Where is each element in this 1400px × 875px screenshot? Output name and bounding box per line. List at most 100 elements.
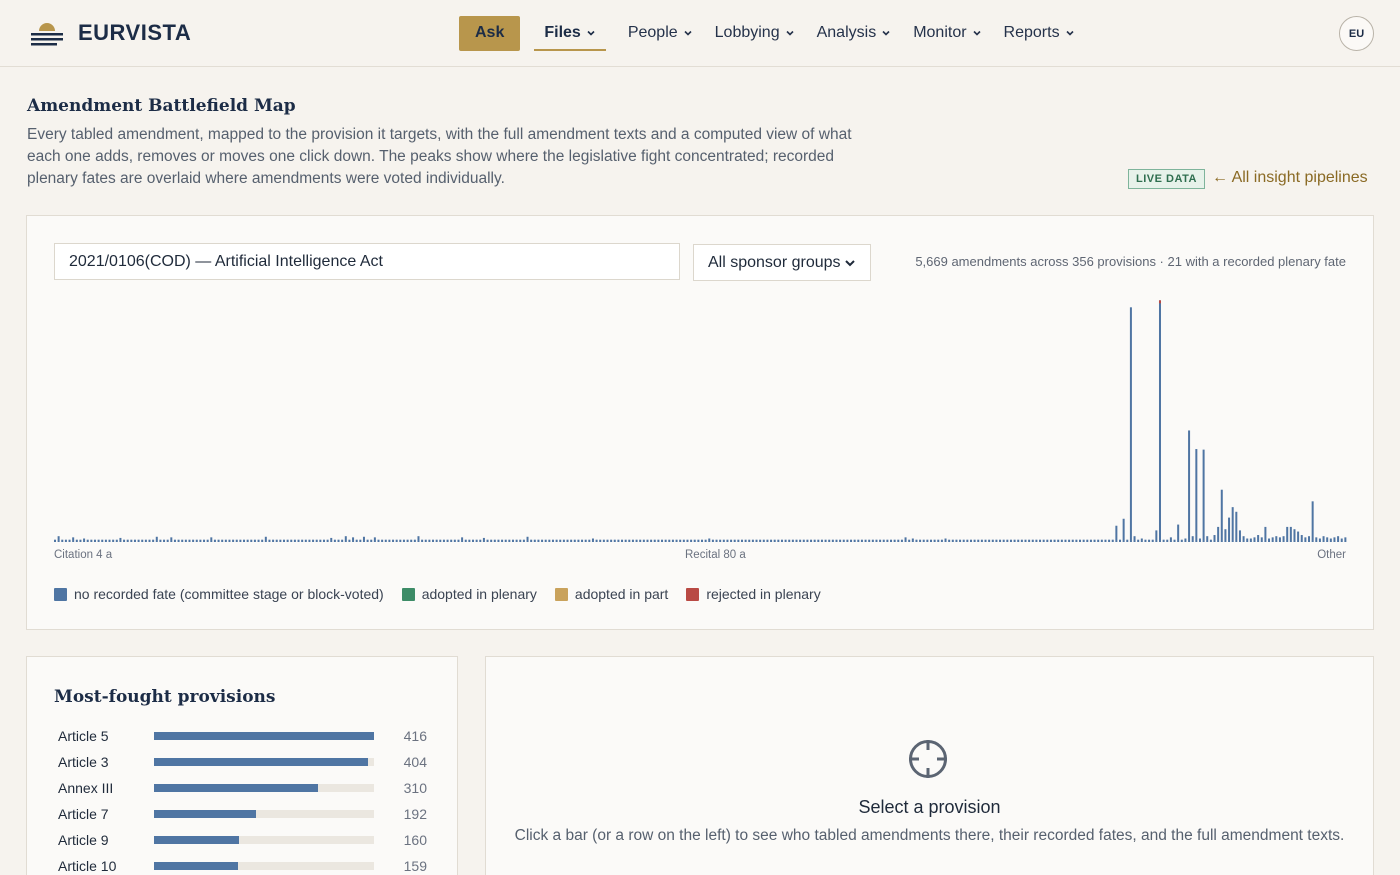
chart-bar[interactable] [272,539,275,542]
chart-bar[interactable] [1231,507,1234,542]
chart-bar[interactable] [250,539,253,542]
chart-bar[interactable] [253,539,256,542]
logo[interactable]: EURVISTA [30,18,191,48]
nav-monitor[interactable]: Monitor [913,16,981,51]
chart-bar[interactable] [1009,539,1012,542]
chart-bar[interactable] [857,539,860,542]
chart-bar[interactable] [239,539,242,542]
chart-bar[interactable] [533,539,536,542]
chart-bar[interactable] [1177,524,1180,542]
chart-bar[interactable] [969,539,972,542]
chart-bar[interactable] [1169,537,1172,542]
provision-row[interactable]: Annex III 310 [58,778,433,798]
chart-bar[interactable] [312,539,315,542]
chart-bar[interactable] [1148,539,1151,542]
chart-bar[interactable] [1082,539,1085,542]
chart-bar[interactable] [671,539,674,542]
nav-lobbying[interactable]: Lobbying [715,16,795,51]
chart-bar[interactable] [232,539,235,542]
chart-bar[interactable] [537,539,540,542]
chart-bar[interactable] [853,539,856,542]
chart-bar[interactable] [526,536,529,542]
chart-bar[interactable] [384,539,387,542]
chart-bar[interactable] [192,539,195,542]
chart-bar[interactable] [432,539,435,542]
chart-bar[interactable] [850,539,853,542]
chart-bar[interactable] [617,539,620,542]
chart-bar[interactable] [304,539,307,542]
chart-bar[interactable] [1039,539,1042,542]
chart-bar[interactable] [450,539,453,542]
chart-bar[interactable] [442,539,445,542]
chart-bar[interactable] [1035,539,1038,542]
chart-bar[interactable] [177,539,180,542]
chart-bar[interactable] [1162,539,1165,542]
chart-bar[interactable] [188,539,191,542]
chart-bar[interactable] [1260,537,1263,542]
chart-bar[interactable] [1017,539,1020,542]
chart-bar[interactable] [922,539,925,542]
chart-bar[interactable] [264,536,267,542]
chart-bar[interactable] [1297,531,1300,542]
chart-bar[interactable] [137,539,140,542]
chart-bar[interactable] [1079,539,1082,542]
chart-bar[interactable] [486,539,489,542]
chart-bar[interactable] [1129,307,1132,542]
chart-bar[interactable] [591,538,594,542]
chart-bar[interactable] [1049,539,1052,542]
chart-bar[interactable] [1057,539,1060,542]
chart-bar[interactable] [457,539,460,542]
chart-bar[interactable] [1013,539,1016,542]
chart-bar[interactable] [777,539,780,542]
chart-bar[interactable] [988,539,991,542]
chart-bar[interactable] [937,539,940,542]
chart-bar[interactable] [1155,530,1158,542]
chart-bar[interactable] [1344,537,1347,542]
chart-bar[interactable] [628,539,631,542]
chart-bar[interactable] [726,539,729,542]
nav-reports[interactable]: Reports [1004,16,1075,51]
chart-bar[interactable] [740,539,743,542]
chart-bar[interactable] [497,539,500,542]
chart-bar[interactable] [890,539,893,542]
chart-bar[interactable] [621,539,624,542]
chart-bar[interactable] [1246,538,1249,542]
chart-bar[interactable] [206,539,209,542]
chart-bar[interactable] [864,539,867,542]
chart-bar[interactable] [766,539,769,542]
chart-bar[interactable] [224,539,227,542]
chart-bar[interactable] [1275,536,1278,542]
chart-bar[interactable] [490,539,493,542]
chart-bar[interactable] [213,539,216,542]
chart-bar[interactable] [1209,539,1212,542]
chart-bar[interactable] [203,539,206,542]
chart-bar[interactable] [1028,539,1031,542]
chart-bar[interactable] [173,539,176,542]
chart-bar[interactable] [810,539,813,542]
chart-bar[interactable] [199,539,202,542]
account-avatar[interactable]: EU [1339,16,1374,51]
chart-bar[interactable] [1220,489,1223,542]
chart-bar[interactable] [733,539,736,542]
all-insight-pipelines-link[interactable]: ← All insight pipelines [1212,169,1368,187]
chart-bar[interactable] [1340,538,1343,542]
chart-bar[interactable] [293,539,296,542]
chart-bar[interactable] [515,539,518,542]
chart-bar[interactable] [1024,539,1027,542]
chart-bar[interactable] [519,539,522,542]
chart-bar[interactable] [221,539,224,542]
chart-bar[interactable] [392,539,395,542]
chart-bar[interactable] [955,539,958,542]
chart-bar[interactable] [708,538,711,542]
chart-bar[interactable] [722,539,725,542]
chart-bar[interactable] [352,537,355,542]
chart-bar[interactable] [402,539,405,542]
chart-bar[interactable] [962,539,965,542]
chart-bar[interactable] [439,539,442,542]
chart-bar[interactable] [86,539,89,542]
chart-bar[interactable] [1253,537,1256,542]
chart-bar[interactable] [243,539,246,542]
chart-bar[interactable] [730,539,733,542]
chart-bar[interactable] [544,539,547,542]
chart-bar[interactable] [595,539,598,542]
